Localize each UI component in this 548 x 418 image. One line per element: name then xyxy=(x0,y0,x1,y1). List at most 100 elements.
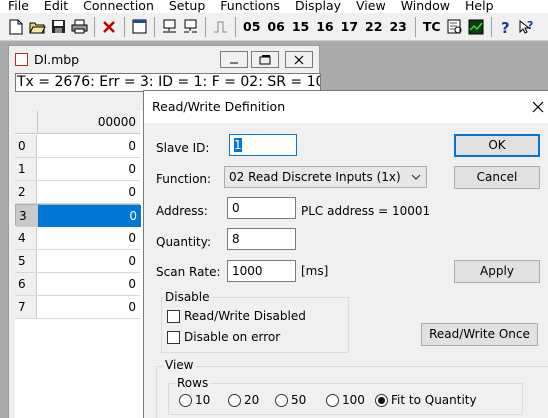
menu-edit[interactable]: Edit xyxy=(36,0,75,12)
table-row[interactable]: 00 xyxy=(15,135,140,158)
function-17-button[interactable]: 17 xyxy=(338,16,361,38)
function-15-button[interactable]: 15 xyxy=(289,16,312,38)
rows-50-radio[interactable]: 50 xyxy=(275,393,306,407)
apply-button[interactable]: Apply xyxy=(454,260,540,283)
disconnect-icon[interactable] xyxy=(180,16,200,38)
svg-text:?: ? xyxy=(527,19,533,32)
function-select[interactable]: 02 Read Discrete Inputs (1x) xyxy=(224,166,427,188)
toolbar: 05 06 15 16 17 22 23 TC ? ? xyxy=(0,13,548,41)
toolbar-separator xyxy=(205,16,206,37)
dialog-title: Read/Write Definition xyxy=(152,99,286,114)
menu-help[interactable]: Help xyxy=(457,0,501,12)
tc-button[interactable]: TC xyxy=(420,16,444,38)
scan-rate-label: Scan Rate: xyxy=(156,265,221,279)
row-value[interactable]: 0 xyxy=(38,205,141,227)
row-number: 0 xyxy=(15,135,37,157)
about-icon[interactable]: ? xyxy=(496,16,516,38)
rows-20-radio[interactable]: 20 xyxy=(228,393,259,407)
rows-100-radio[interactable]: 100 xyxy=(326,393,365,407)
radio-label: 100 xyxy=(342,393,365,407)
scan-rate-unit: [ms] xyxy=(301,264,329,278)
radio-circle-selected[interactable] xyxy=(375,393,388,407)
graph-icon[interactable] xyxy=(466,16,486,38)
radio-circle[interactable] xyxy=(179,393,192,407)
row-value[interactable]: 0 xyxy=(37,250,140,272)
function-16-button[interactable]: 16 xyxy=(313,16,336,38)
print-icon[interactable] xyxy=(69,16,89,38)
scan-rate-input[interactable]: 1000 xyxy=(227,260,296,282)
toolbar-separator xyxy=(154,16,155,37)
checkbox-box[interactable] xyxy=(167,330,180,344)
pulse-icon[interactable] xyxy=(210,16,230,38)
radio-circle[interactable] xyxy=(326,393,339,407)
radio-circle[interactable] xyxy=(275,393,288,407)
checkbox-box[interactable] xyxy=(167,309,180,323)
table-row[interactable]: 10 xyxy=(15,158,140,181)
toolbar-separator xyxy=(94,16,95,37)
quantity-input[interactable]: 8 xyxy=(227,228,296,250)
function-23-button[interactable]: 23 xyxy=(386,16,409,38)
function-06-button[interactable]: 06 xyxy=(264,16,287,38)
menu-display[interactable]: Display xyxy=(287,0,348,12)
slave-id-input[interactable]: 1 xyxy=(229,134,297,156)
table-row[interactable]: 40 xyxy=(15,227,140,250)
menu-setup[interactable]: Setup xyxy=(161,0,212,12)
new-file-icon[interactable] xyxy=(6,16,26,38)
radio-label: Fit to Quantity xyxy=(391,393,477,407)
address-input[interactable]: 0 xyxy=(227,197,296,219)
toolbar-separator xyxy=(235,16,236,37)
read-write-disabled-checkbox[interactable]: Read/Write Disabled xyxy=(167,309,306,323)
rows-10-radio[interactable]: 10 xyxy=(179,393,210,407)
table-row-selected[interactable]: 30 xyxy=(15,204,141,227)
menu-connection[interactable]: Connection xyxy=(75,0,161,12)
save-icon[interactable] xyxy=(48,16,68,38)
close-icon[interactable] xyxy=(285,51,313,68)
minimize-button[interactable] xyxy=(220,51,248,68)
restore-button[interactable] xyxy=(251,51,279,68)
svg-text:?: ? xyxy=(501,19,510,35)
row-number: 1 xyxy=(15,158,37,180)
radio-dot xyxy=(378,396,385,404)
table-row[interactable]: 20 xyxy=(15,181,140,204)
cancel-button[interactable]: Cancel xyxy=(454,166,540,189)
menu-window[interactable]: Window xyxy=(393,0,457,12)
toolbar-separator xyxy=(490,16,492,37)
menu-view[interactable]: View xyxy=(348,0,393,12)
row-value[interactable]: 0 xyxy=(37,296,140,318)
context-help-icon[interactable]: ? xyxy=(517,16,537,38)
ok-button[interactable]: OK xyxy=(454,134,540,157)
radio-circle[interactable] xyxy=(228,393,241,407)
row-value[interactable]: 0 xyxy=(37,227,140,249)
txt-view-icon[interactable] xyxy=(445,16,465,38)
document-icon xyxy=(15,52,28,66)
table-row[interactable]: 50 xyxy=(15,250,140,273)
close-icon[interactable] xyxy=(529,98,547,116)
column-header: 00000 xyxy=(37,111,140,134)
row-number: 5 xyxy=(15,250,37,272)
connect-icon[interactable] xyxy=(159,16,179,38)
function-22-button[interactable]: 22 xyxy=(362,16,385,38)
document-titlebar: Dl.mbp xyxy=(9,46,319,72)
read-write-once-button[interactable]: Read/Write Once xyxy=(421,323,538,346)
menu-file[interactable]: File xyxy=(0,0,36,12)
row-value[interactable]: 0 xyxy=(37,273,140,295)
read-write-disabled-label: Read/Write Disabled xyxy=(184,309,306,323)
delete-icon[interactable] xyxy=(99,16,119,38)
window-icon[interactable] xyxy=(129,16,149,38)
slave-id-label: Slave ID: xyxy=(156,141,210,155)
row-value[interactable]: 0 xyxy=(37,135,140,157)
rows-fit-to-quantity-radio[interactable]: Fit to Quantity xyxy=(375,393,477,407)
row-number: 7 xyxy=(15,296,37,318)
radio-label: 20 xyxy=(244,393,260,407)
disable-on-error-checkbox[interactable]: Disable on error xyxy=(167,330,280,344)
table-row[interactable]: 60 xyxy=(15,273,140,296)
disable-on-error-label: Disable on error xyxy=(184,330,281,344)
rows-group-caption: Rows xyxy=(175,376,211,390)
menu-functions[interactable]: Functions xyxy=(212,0,287,12)
open-folder-icon[interactable] xyxy=(27,16,47,38)
table-row[interactable]: 70 xyxy=(15,296,140,319)
function-05-button[interactable]: 05 xyxy=(240,16,263,38)
row-value[interactable]: 0 xyxy=(37,181,140,203)
function-value: 02 Read Discrete Inputs (1x) xyxy=(229,170,401,184)
row-value[interactable]: 0 xyxy=(37,158,140,180)
